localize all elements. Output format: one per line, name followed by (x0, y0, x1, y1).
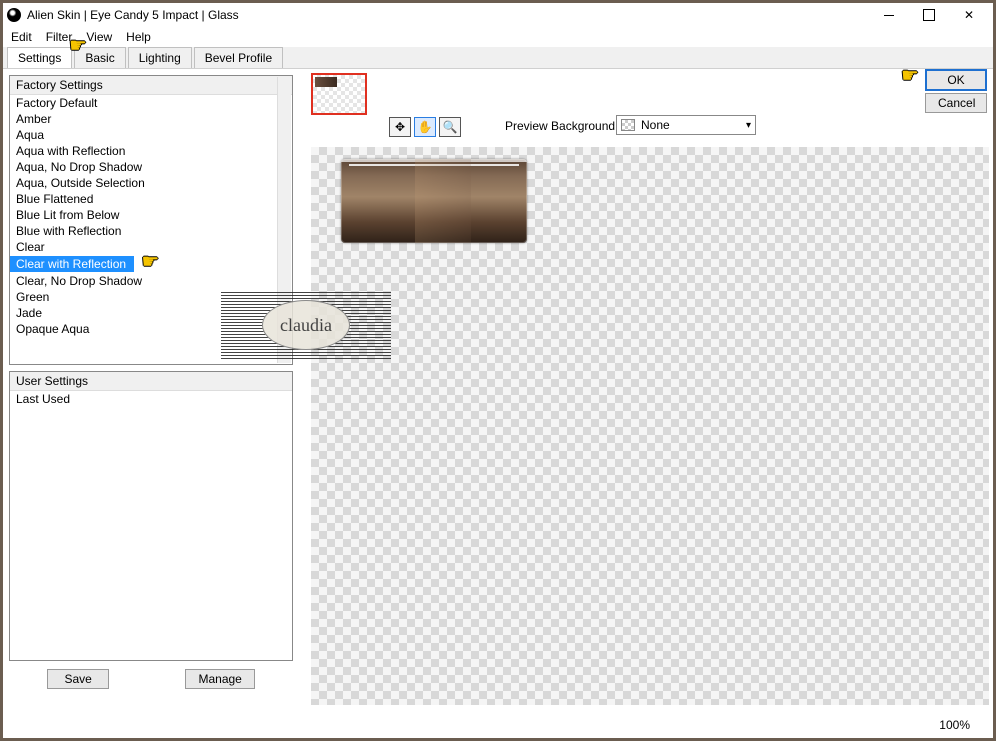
settings-panel: Factory Settings Factory Default Amber A… (3, 69, 299, 709)
zoom-tool-button[interactable]: 🔍 (439, 117, 461, 137)
hand-tool-button[interactable]: ✋ (414, 117, 436, 137)
list-item[interactable]: Blue Flattened (10, 191, 292, 207)
list-item[interactable]: Factory Default (10, 95, 292, 111)
menu-help[interactable]: Help (126, 30, 151, 44)
tab-bar: Settings Basic Lighting Bevel Profile (3, 47, 993, 69)
maximize-button[interactable] (909, 4, 949, 26)
menu-edit[interactable]: Edit (11, 30, 32, 44)
ok-button[interactable]: OK (925, 69, 987, 91)
preview-background-label: Preview Background: (505, 119, 618, 133)
button-row: Save Manage (9, 661, 293, 697)
preview-panel: ✥ ✋ 🔍 Preview Background: None ▾ OK Canc… (299, 69, 993, 709)
pointer-icon (141, 255, 163, 273)
list-item[interactable]: Aqua, No Drop Shadow (10, 159, 292, 175)
preview-background-select[interactable]: None ▾ (616, 115, 756, 135)
glass-preview-object (341, 159, 527, 243)
list-item[interactable]: Blue Lit from Below (10, 207, 292, 223)
pointer-icon (69, 39, 91, 57)
zoom-level: 100% (939, 718, 970, 732)
watermark-text: claudia (262, 300, 350, 350)
list-item[interactable]: Amber (10, 111, 292, 127)
list-item[interactable]: Blue with Reflection (10, 223, 292, 239)
transparency-swatch-icon (621, 119, 635, 131)
status-bar: 100% (6, 715, 990, 735)
save-button[interactable]: Save (47, 669, 109, 689)
factory-settings-header: Factory Settings (10, 76, 292, 95)
close-button[interactable] (949, 4, 989, 26)
menu-bar: Edit Filter View Help (3, 27, 993, 47)
list-item[interactable]: Aqua, Outside Selection (10, 175, 292, 191)
user-settings-list[interactable]: User Settings Last Used (9, 371, 293, 661)
tab-bevel-profile[interactable]: Bevel Profile (194, 47, 283, 68)
chevron-down-icon: ▾ (746, 120, 751, 131)
app-icon (7, 8, 21, 22)
user-settings-header: User Settings (10, 372, 292, 391)
tab-lighting[interactable]: Lighting (128, 47, 192, 68)
title-bar: Alien Skin | Eye Candy 5 Impact | Glass (3, 3, 993, 27)
preview-canvas[interactable] (311, 147, 989, 705)
minimize-button[interactable] (869, 4, 909, 26)
list-item-selected[interactable]: Clear with Reflection (10, 256, 134, 272)
list-item[interactable]: Clear, No Drop Shadow (10, 273, 292, 289)
list-item[interactable]: Aqua with Reflection (10, 143, 292, 159)
preview-background-value: None (641, 118, 670, 132)
list-item[interactable]: Aqua (10, 127, 292, 143)
cancel-button[interactable]: Cancel (925, 93, 987, 113)
window-title: Alien Skin | Eye Candy 5 Impact | Glass (27, 8, 869, 22)
watermark: claudia (221, 291, 391, 359)
pointer-icon (901, 69, 923, 87)
manage-button[interactable]: Manage (185, 669, 254, 689)
list-item[interactable]: Last Used (10, 391, 292, 407)
move-tool-button[interactable]: ✥ (389, 117, 411, 137)
navigator-thumbnail[interactable] (311, 73, 367, 115)
tab-settings[interactable]: Settings (7, 47, 72, 68)
